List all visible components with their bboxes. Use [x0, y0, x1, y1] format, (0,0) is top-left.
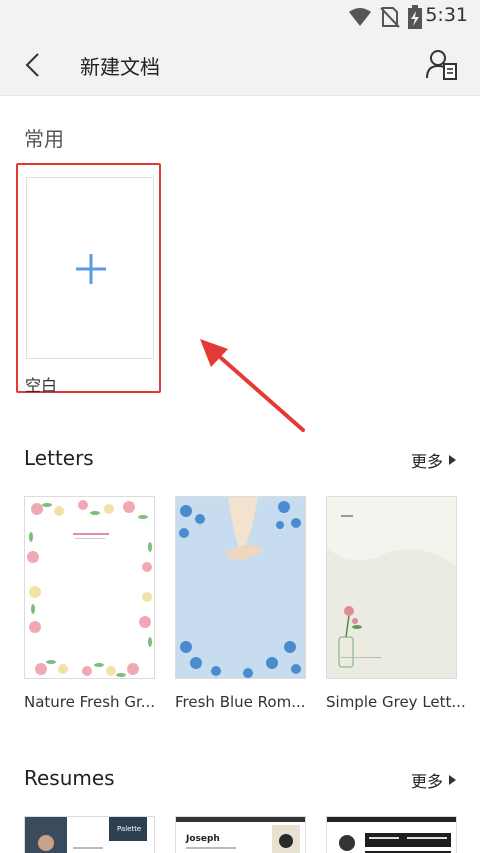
wifi-icon [349, 8, 371, 26]
status-bar: 5:31 [0, 0, 480, 34]
resume-card-joseph[interactable]: Joseph [175, 816, 306, 853]
template-preview-floral [25, 497, 154, 678]
palette-text: Palette [117, 825, 141, 833]
template-card-simple-grey[interactable] [326, 496, 457, 679]
battery-charging-icon [408, 5, 422, 29]
template-name: Nature Fresh Gr... [24, 693, 156, 711]
status-time: 5:31 [425, 4, 468, 26]
page-title: 新建文档 [80, 55, 160, 79]
letters-more-link[interactable]: 更多 [411, 448, 456, 472]
letters-more-label: 更多 [410, 452, 443, 471]
no-sim-icon [380, 7, 400, 28]
resume-card-palette[interactable]: Palette [24, 816, 155, 853]
resume-preview-joseph: Joseph [176, 817, 305, 853]
template-preview-grey [327, 497, 456, 678]
annotation-arrow [200, 339, 305, 432]
letters-section-title: Letters [24, 446, 94, 470]
resumes-more-link[interactable]: 更多 [411, 768, 456, 792]
template-name: Fresh Blue Rom... [175, 693, 306, 711]
resume-card-dark[interactable] [326, 816, 457, 853]
user-doc-icon [426, 50, 457, 80]
template-name: Simple Grey Lett... [326, 693, 466, 711]
template-preview-blue [176, 497, 305, 678]
plus-icon [76, 254, 106, 284]
app-bar: 新建文档 [0, 34, 480, 96]
resumes-more-label: 更多 [410, 772, 443, 791]
account-button[interactable] [424, 48, 460, 82]
joseph-text: Joseph [185, 834, 220, 844]
back-button[interactable] [18, 48, 52, 82]
blank-document-label: 空白 [25, 376, 58, 395]
resumes-section-title: Resumes [24, 766, 115, 790]
resume-preview-palette: Palette [25, 817, 154, 853]
back-arrow-icon [25, 53, 39, 77]
chevron-right-icon [449, 455, 456, 465]
resume-preview-dark [327, 817, 456, 853]
template-card-nature-fresh[interactable] [24, 496, 155, 679]
blank-document-card[interactable]: 空白 [16, 163, 161, 395]
common-section-label: 常用 [24, 127, 64, 151]
chevron-right-icon [449, 775, 456, 785]
blank-page-preview [26, 177, 154, 359]
template-card-fresh-blue[interactable] [175, 496, 306, 679]
